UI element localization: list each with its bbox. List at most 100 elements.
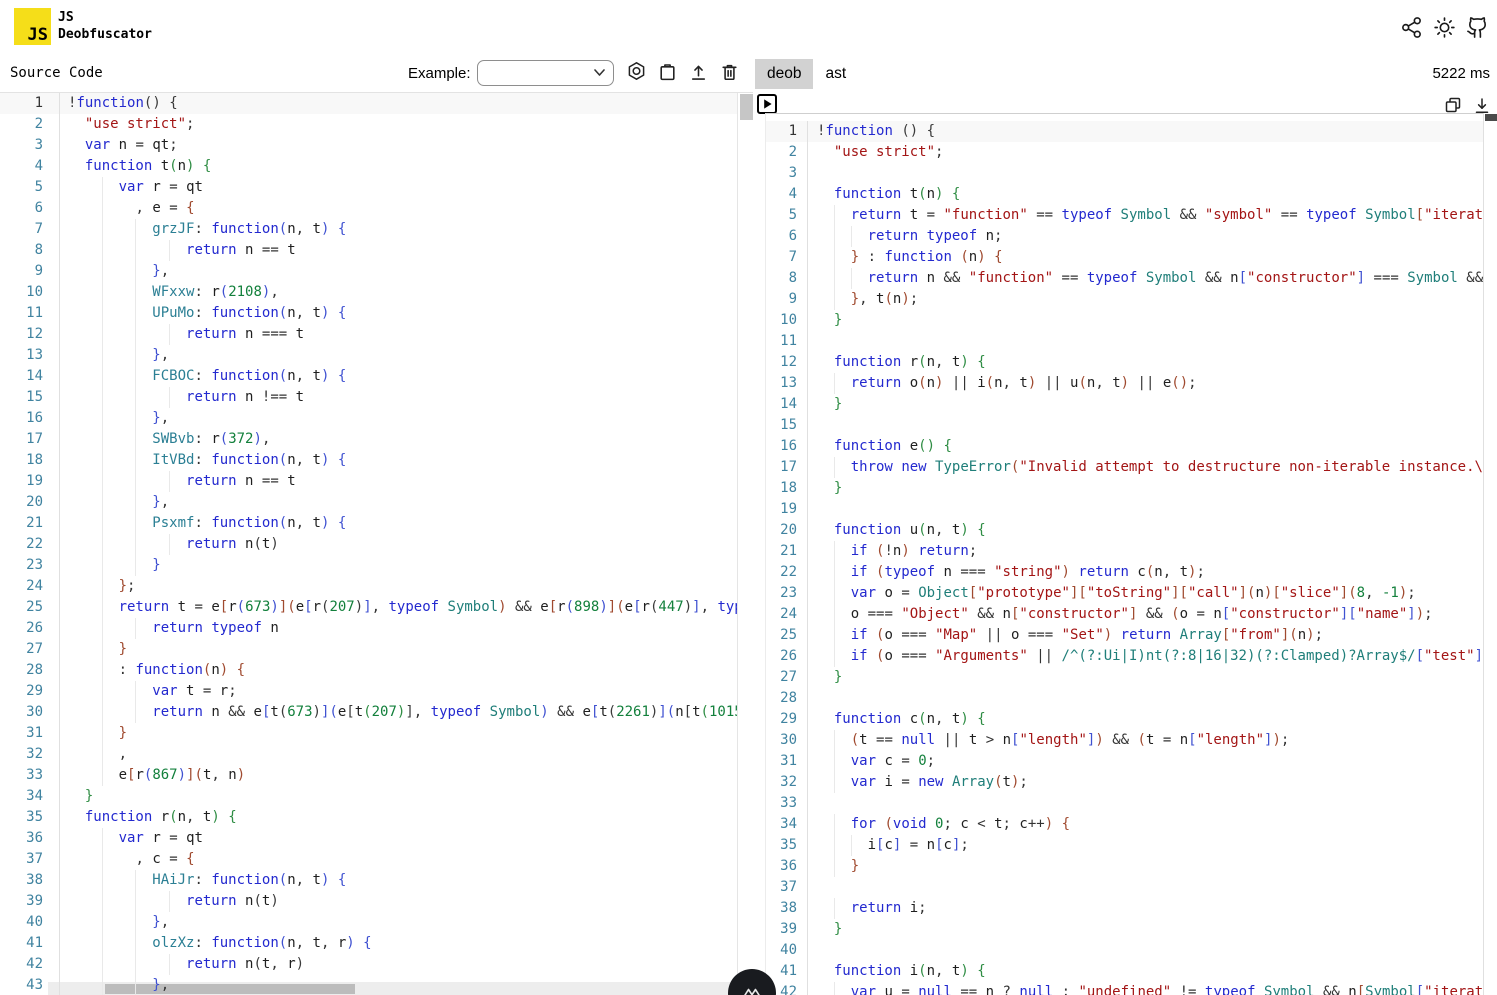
line-number: 4: [766, 184, 808, 205]
code-text: for (void 0; c < t; c++) {: [808, 814, 1070, 835]
code-line: 1!function () {: [766, 121, 1497, 142]
source-code-rows: 1!function() {2 "use strict";3 var n = q…: [0, 93, 753, 995]
download-icon[interactable]: [1472, 95, 1492, 115]
code-line: 39 }: [766, 919, 1497, 940]
code-text: [808, 688, 817, 709]
code-line: 8 return n && "function" == typeof Symbo…: [766, 268, 1497, 289]
paste-icon[interactable]: [657, 61, 678, 82]
code-line: 27 }: [0, 639, 753, 660]
example-select[interactable]: [477, 60, 614, 86]
code-line: 5 var r = qt: [0, 177, 753, 198]
scrollbar-thumb[interactable]: [740, 94, 753, 120]
code-text: if (o === "Map" || o === "Set") return A…: [808, 625, 1323, 646]
source-vertical-scrollbar[interactable]: [737, 93, 754, 995]
code-line: 14 }: [766, 394, 1497, 415]
line-number: 33: [0, 765, 60, 786]
code-line: 15: [766, 415, 1497, 436]
code-line: 17 SWBvb: r(372),: [0, 429, 753, 450]
app-title-line2: Deobfuscator: [58, 26, 152, 43]
code-text: "use strict";: [808, 142, 943, 163]
code-line: 19: [766, 499, 1497, 520]
code-line: 42 var u = null == n ? null : "undefined…: [766, 982, 1497, 995]
line-number: 6: [0, 198, 60, 219]
line-number: 21: [766, 541, 808, 562]
line-number: 24: [0, 576, 60, 597]
line-number: 26: [0, 618, 60, 639]
code-line: 24 o === "Object" && n["constructor"] &&…: [766, 604, 1497, 625]
code-text: [808, 415, 817, 436]
upload-icon[interactable]: [688, 61, 709, 82]
code-line: 31 }: [0, 723, 753, 744]
code-text: Psxmf: function(n, t) {: [60, 513, 346, 534]
code-text: function e() {: [808, 436, 952, 457]
code-text: : function(n) {: [60, 660, 245, 681]
code-text: }: [808, 919, 842, 940]
code-line: 35 i[c] = n[c];: [766, 835, 1497, 856]
code-text: var t = r;: [60, 681, 237, 702]
line-number: 3: [766, 163, 808, 184]
settings-icon[interactable]: [626, 61, 647, 82]
code-line: 2 "use strict";: [0, 114, 753, 135]
code-text: }: [808, 394, 842, 415]
share-icon[interactable]: [1400, 16, 1423, 39]
code-text: return typeof n;: [808, 226, 1002, 247]
code-line: 9 },: [0, 261, 753, 282]
code-text: if (typeof n === "string") return c(n, t…: [808, 562, 1205, 583]
scrollbar-thumb[interactable]: [1485, 114, 1497, 121]
line-number: 13: [766, 373, 808, 394]
code-line: 26 return typeof n: [0, 618, 753, 639]
code-line: 14 FCBOC: function(n, t) {: [0, 366, 753, 387]
code-line: 25 return t = e[r(673)](e[r(207)], typeo…: [0, 597, 753, 618]
line-number: 11: [766, 331, 808, 352]
code-text: WFxxw: r(2108),: [60, 282, 279, 303]
code-text: function t(n) {: [808, 184, 960, 205]
code-text: },: [60, 492, 169, 513]
theme-sun-icon[interactable]: [1433, 16, 1456, 39]
code-line: 18 }: [766, 478, 1497, 499]
tab-ast[interactable]: ast: [813, 59, 858, 89]
code-line: 38 HAiJr: function(n, t) {: [0, 870, 753, 891]
code-text: [808, 331, 817, 352]
code-line: 18 ItVBd: function(n, t) {: [0, 450, 753, 471]
line-number: 20: [0, 492, 60, 513]
code-line: 20 function u(n, t) {: [766, 520, 1497, 541]
output-vertical-scrollbar[interactable]: [1483, 113, 1497, 995]
line-number: 25: [0, 597, 60, 618]
code-line: 13 },: [0, 345, 753, 366]
code-text: var i = new Array(t);: [808, 772, 1028, 793]
code-text: }: [808, 667, 842, 688]
line-number: 14: [0, 366, 60, 387]
line-number: 21: [0, 513, 60, 534]
code-text: }: [808, 478, 842, 499]
code-line: 22 return n(t): [0, 534, 753, 555]
code-text: }: [60, 723, 127, 744]
line-number: 2: [0, 114, 60, 135]
line-number: 16: [766, 436, 808, 457]
code-line: 23 var o = Object["prototype"]["toString…: [766, 583, 1497, 604]
code-text: }: [808, 310, 842, 331]
code-text: olzXz: function(n, t, r) {: [60, 933, 372, 954]
code-text: function i(n, t) {: [808, 961, 986, 982]
source-editor[interactable]: 1!function() {2 "use strict";3 var n = q…: [0, 92, 753, 995]
line-number: 5: [766, 205, 808, 226]
code-text: },: [60, 261, 169, 282]
code-text: [808, 793, 817, 814]
line-number: 36: [766, 856, 808, 877]
line-number: 31: [0, 723, 60, 744]
run-button[interactable]: [757, 94, 777, 114]
line-number: 26: [766, 646, 808, 667]
line-number: 29: [766, 709, 808, 730]
line-number: 41: [766, 961, 808, 982]
github-icon[interactable]: [1466, 16, 1489, 39]
line-number: 35: [0, 807, 60, 828]
code-text: SWBvb: r(372),: [60, 429, 270, 450]
code-line: 35 function r(n, t) {: [0, 807, 753, 828]
code-text: return n == t: [60, 471, 296, 492]
copy-icon[interactable]: [1443, 95, 1463, 115]
line-number: 33: [766, 793, 808, 814]
trash-icon[interactable]: [719, 61, 740, 82]
tab-deob[interactable]: deob: [755, 59, 813, 89]
output-editor[interactable]: 1!function () {2 "use strict";34 functio…: [765, 113, 1497, 995]
line-number: 17: [0, 429, 60, 450]
code-line: 33: [766, 793, 1497, 814]
